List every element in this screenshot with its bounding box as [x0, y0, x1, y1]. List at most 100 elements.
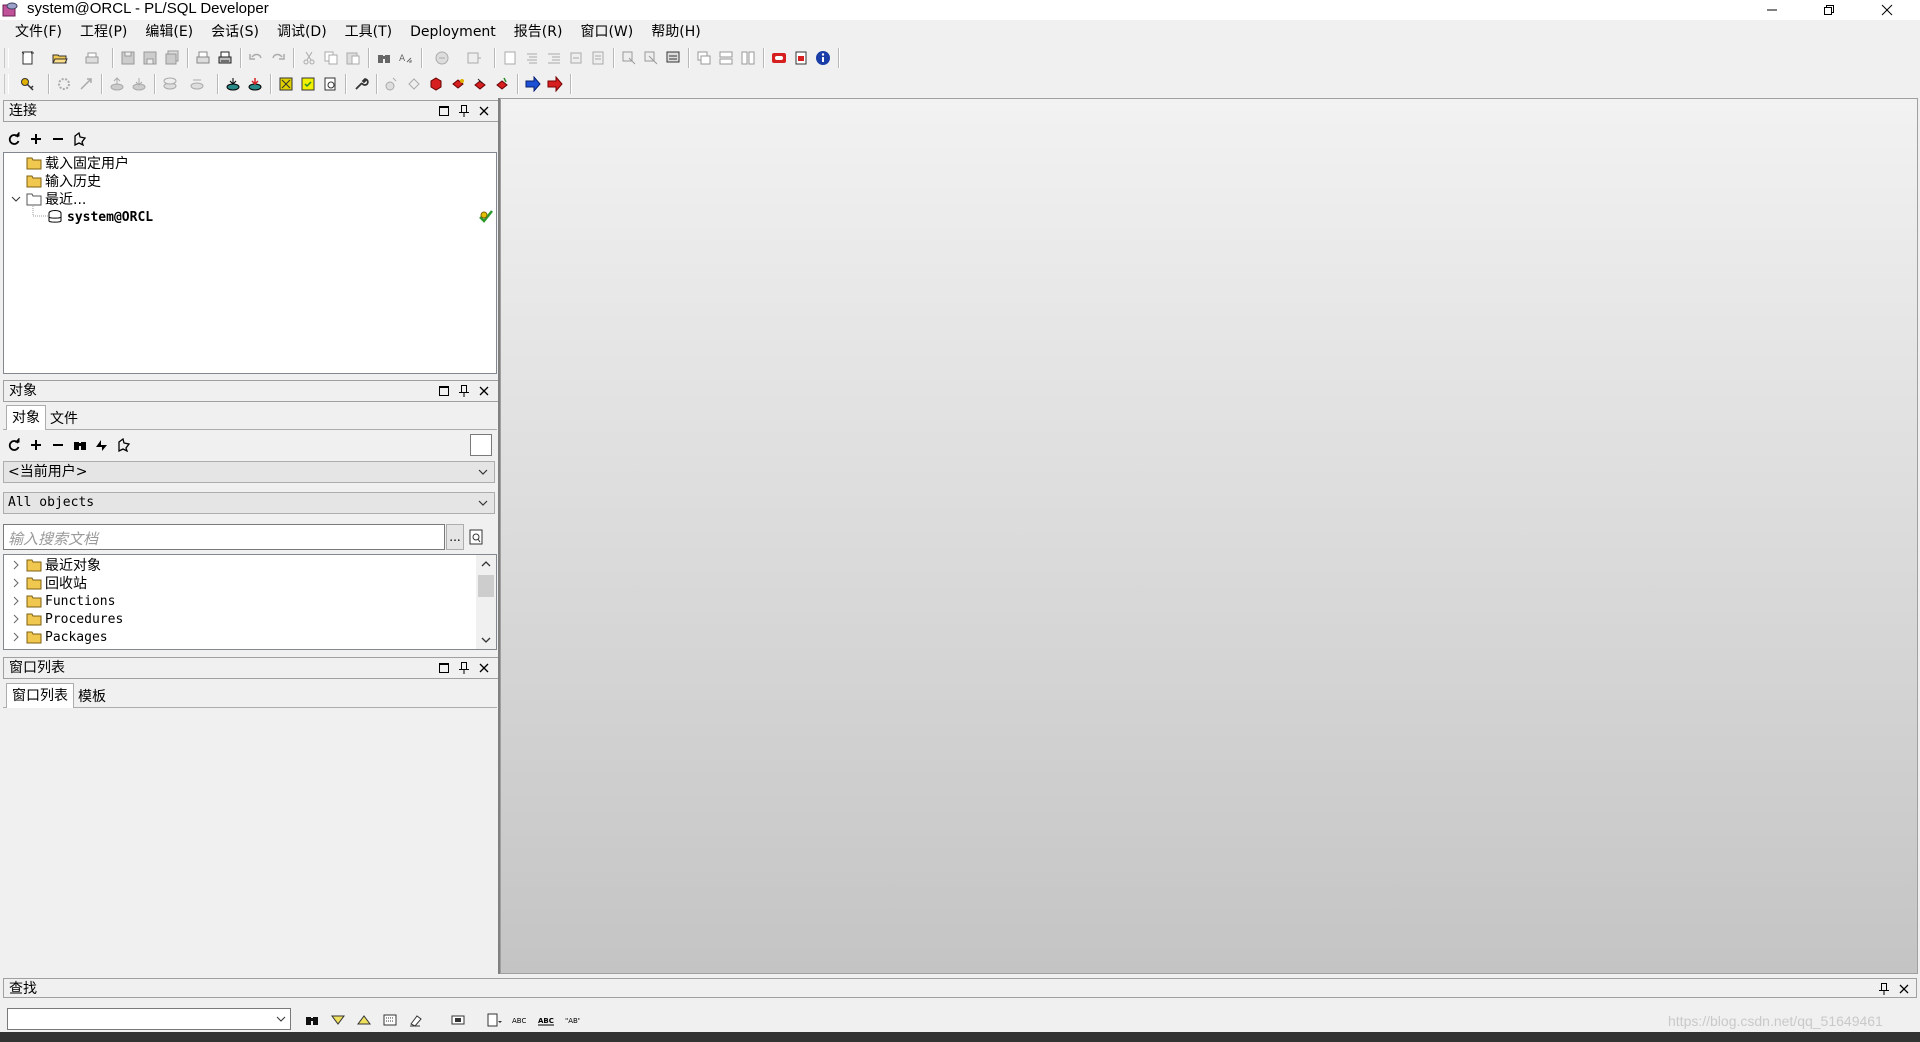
open-button[interactable]	[44, 47, 76, 69]
panel-maximize-button[interactable]	[436, 103, 452, 119]
chevron-right-icon[interactable]	[10, 577, 22, 589]
whole-word-button[interactable]: ABC	[534, 1009, 558, 1031]
save-button[interactable]	[117, 47, 139, 69]
about-button[interactable]	[812, 47, 834, 69]
print-button[interactable]	[192, 47, 214, 69]
panel-pin-button[interactable]	[456, 383, 472, 399]
tree-item-history[interactable]: 输入历史	[26, 172, 101, 190]
compile-button[interactable]	[275, 73, 297, 95]
tree-item-system-orcl[interactable]: system@ORCL	[47, 208, 153, 226]
menu-session[interactable]: 会话(S)	[202, 21, 268, 43]
color-filter-box[interactable]	[470, 434, 492, 456]
panel-pin-button[interactable]	[456, 103, 472, 119]
chevron-right-icon[interactable]	[10, 559, 22, 571]
logon-button[interactable]	[12, 73, 44, 95]
tab-templates[interactable]: 模板	[73, 686, 111, 708]
refresh-button[interactable]	[6, 131, 22, 147]
commit-button[interactable]	[106, 73, 128, 95]
tab-files[interactable]: 文件	[45, 408, 83, 430]
menu-deployment[interactable]: Deployment	[401, 21, 505, 43]
execute-button[interactable]	[53, 73, 75, 95]
menu-window[interactable]: 窗口(W)	[571, 21, 642, 43]
panel-pin-button[interactable]	[1876, 981, 1892, 997]
tree-item-fixed-users[interactable]: 载入固定用户	[26, 154, 129, 172]
indent-less-button[interactable]	[565, 47, 587, 69]
tab-window-list[interactable]: 窗口列表	[6, 683, 74, 708]
undo-button[interactable]	[245, 47, 267, 69]
filter-button[interactable]	[94, 437, 110, 453]
chevron-right-icon[interactable]	[10, 595, 22, 607]
remove-button[interactable]	[50, 437, 66, 453]
report-button[interactable]	[319, 73, 341, 95]
save-all-button[interactable]	[161, 47, 183, 69]
run-debug-button[interactable]	[425, 73, 447, 95]
tab-objects[interactable]: 对象	[6, 405, 46, 430]
panel-pin-button[interactable]	[456, 660, 472, 676]
tree-item-functions[interactable]: Functions	[10, 592, 115, 610]
save-as-button[interactable]	[139, 47, 161, 69]
match-case-button[interactable]: ABC	[508, 1009, 532, 1031]
find-next-button[interactable]	[326, 1009, 350, 1031]
new-button[interactable]	[12, 47, 44, 69]
fetch-next-button[interactable]	[222, 73, 244, 95]
clear-button[interactable]	[404, 1009, 428, 1031]
close-button[interactable]	[1864, 0, 1910, 20]
comment-button[interactable]	[499, 47, 521, 69]
query-builder-button[interactable]	[618, 47, 640, 69]
indent-button[interactable]	[426, 47, 458, 69]
find-combobox[interactable]	[7, 1008, 291, 1030]
panel-close-button[interactable]	[476, 660, 492, 676]
step-over-button[interactable]	[403, 73, 425, 95]
session-mode-button[interactable]	[181, 73, 213, 95]
search-input[interactable]: 输入搜索文档	[3, 524, 445, 550]
add-button[interactable]	[28, 437, 44, 453]
properties-button[interactable]	[116, 437, 132, 453]
menu-debug[interactable]: 调试(D)	[268, 21, 336, 43]
panel-close-button[interactable]	[1896, 981, 1912, 997]
user-select[interactable]: <当前用户>	[3, 461, 495, 483]
export-button[interactable]	[297, 73, 319, 95]
uncomment-button[interactable]	[521, 47, 543, 69]
scroll-down-icon[interactable]	[480, 634, 492, 646]
panel-maximize-button[interactable]	[436, 383, 452, 399]
explain-plan-button[interactable]	[640, 47, 662, 69]
breakpoint-button[interactable]	[447, 73, 469, 95]
paste-button[interactable]	[342, 47, 364, 69]
print-setup-button[interactable]	[76, 47, 108, 69]
properties-button[interactable]	[72, 131, 88, 147]
menu-tools[interactable]: 工具(T)	[336, 21, 401, 43]
object-type-select[interactable]: All objects	[3, 492, 495, 514]
find-object-button[interactable]	[72, 437, 88, 453]
chevron-right-icon[interactable]	[10, 613, 22, 625]
oracle-button[interactable]	[768, 47, 790, 69]
indent-more-button[interactable]	[543, 47, 565, 69]
fetch-last-button[interactable]	[244, 73, 266, 95]
tile-vertical-button[interactable]	[737, 47, 759, 69]
format-button[interactable]	[458, 47, 490, 69]
chevron-down-icon[interactable]	[275, 1013, 287, 1025]
remove-button[interactable]	[50, 131, 66, 147]
tree-item-procedures[interactable]: Procedures	[10, 610, 123, 628]
menu-file[interactable]: 文件(F)	[0, 21, 71, 43]
regex-button[interactable]: "AB"	[560, 1009, 584, 1031]
scope-dropdown[interactable]	[482, 1009, 506, 1031]
search-doc-button[interactable]	[466, 526, 486, 548]
menu-help[interactable]: 帮助(H)	[642, 21, 709, 43]
scrollbar-thumb[interactable]	[478, 575, 494, 597]
redo-button[interactable]	[267, 47, 289, 69]
find-in-selection-button[interactable]	[446, 1009, 470, 1031]
refresh-button[interactable]	[6, 437, 22, 453]
step-out-button[interactable]	[469, 73, 491, 95]
mdi-workspace[interactable]	[500, 98, 1918, 974]
case-button[interactable]	[587, 47, 609, 69]
tree-item-packages[interactable]: Packages	[10, 628, 108, 646]
cascade-button[interactable]	[693, 47, 715, 69]
forward-button[interactable]	[522, 73, 544, 95]
tuner-button[interactable]	[662, 47, 684, 69]
find-button[interactable]	[373, 47, 395, 69]
tree-item-recycle-bin[interactable]: 回收站	[10, 574, 87, 592]
find-previous-button[interactable]	[352, 1009, 376, 1031]
panel-close-button[interactable]	[476, 103, 492, 119]
replace-button[interactable]: A	[395, 47, 417, 69]
scroll-up-icon[interactable]	[480, 558, 492, 570]
